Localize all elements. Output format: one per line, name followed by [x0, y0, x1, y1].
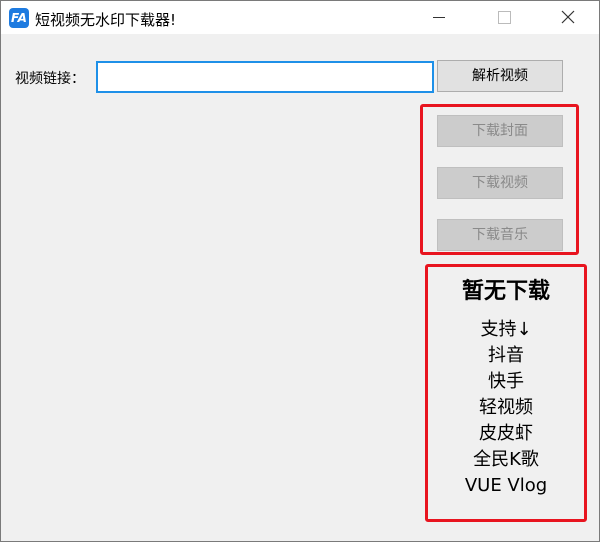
list-item: VUE Vlog — [464, 475, 548, 496]
status-title: 暂无下载 — [461, 279, 550, 304]
list-item: 全民K歌 — [473, 449, 539, 470]
list-item: 快手 — [488, 371, 524, 392]
supported-platforms-list: 支持↓ 抖音 快手 轻视频 皮皮虾 全民K歌 VUE Vlog — [425, 317, 587, 499]
download-video-button[interactable]: 下载视频 — [437, 167, 563, 199]
list-item: 抖音 — [488, 345, 524, 366]
maximize-icon — [498, 11, 511, 24]
url-label: 视频链接： — [15, 71, 85, 87]
list-item: 轻视频 — [479, 397, 533, 418]
close-button[interactable] — [545, 1, 591, 34]
list-item: 皮皮虾 — [479, 423, 533, 444]
download-cover-button[interactable]: 下载封面 — [437, 115, 563, 147]
minimize-button[interactable] — [415, 1, 461, 34]
window-title: 短视频无水印下载器! — [35, 11, 177, 29]
app-logo-icon: FA — [9, 8, 29, 28]
list-item: 支持↓ — [480, 319, 532, 340]
minimize-icon — [433, 17, 445, 18]
download-music-button[interactable]: 下载音乐 — [437, 219, 563, 251]
title-bar[interactable]: FA 短视频无水印下载器! — [1, 1, 599, 34]
maximize-button[interactable] — [481, 1, 527, 34]
url-input[interactable] — [96, 61, 434, 93]
parse-video-button[interactable]: 解析视频 — [437, 60, 563, 92]
app-window: FA 短视频无水印下载器! 视频链接： 解析视频 下载封面 下载视频 下载音乐 … — [0, 0, 600, 542]
close-icon — [561, 10, 575, 24]
